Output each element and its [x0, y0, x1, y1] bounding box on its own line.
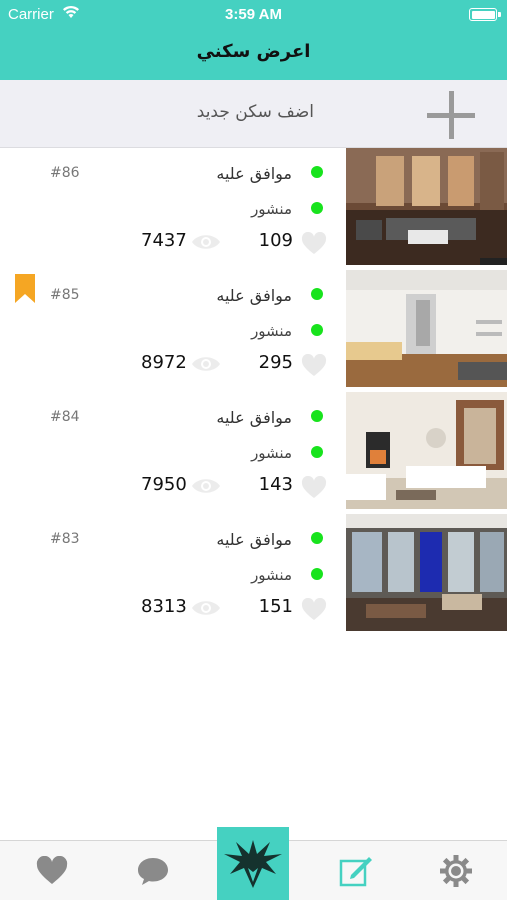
published-status-dot [311, 202, 323, 214]
heart-icon[interactable] [301, 353, 327, 382]
views-count: 7437 [141, 230, 187, 251]
likes-count: 143 [258, 474, 293, 495]
heart-icon[interactable] [301, 475, 327, 504]
likes-count: 109 [258, 230, 293, 251]
tab-favorites[interactable] [16, 841, 88, 900]
add-housing-bar[interactable]: اضف سكن جديد [0, 80, 507, 148]
status-bar: Carrier 3:59 AM [0, 0, 507, 28]
heart-icon[interactable] [301, 231, 327, 260]
approved-status-dot [311, 166, 323, 178]
listing-photo[interactable] [346, 514, 507, 631]
views-count: 8313 [141, 596, 187, 617]
publish-status: منشور [251, 322, 292, 340]
listing-row[interactable]: موافق عليه منشور 151 8313 #83 [0, 514, 507, 636]
heart-icon[interactable] [301, 597, 327, 626]
eye-icon [191, 476, 221, 500]
add-housing-label[interactable]: اضف سكن جديد [197, 102, 314, 122]
listing-row[interactable]: موافق عليه منشور 295 8972 #85 [0, 270, 507, 392]
published-status-dot [311, 568, 323, 580]
battery-icon [469, 8, 501, 21]
listing-photo[interactable] [346, 392, 507, 509]
likes-count: 151 [258, 596, 293, 617]
navigation-bar: اعرض سكني [0, 28, 507, 80]
approval-status: موافق عليه [216, 164, 292, 183]
clock: 3:59 AM [225, 6, 282, 23]
tab-home[interactable] [217, 827, 289, 900]
listing-list: موافق عليه منشور 109 7437 #86 موافق عليه… [0, 148, 507, 636]
eye-icon [191, 598, 221, 622]
approval-status: موافق عليه [216, 408, 292, 427]
published-status-dot [311, 324, 323, 336]
listing-photo[interactable] [346, 270, 507, 387]
add-plus-icon[interactable] [427, 91, 475, 139]
likes-count: 295 [258, 352, 293, 373]
views-count: 8972 [141, 352, 187, 373]
page-title: اعرض سكني [196, 41, 311, 62]
tab-bar [0, 827, 507, 900]
approved-status-dot [311, 410, 323, 422]
tab-messages[interactable] [117, 841, 189, 900]
published-status-dot [311, 446, 323, 458]
listing-number: #86 [50, 165, 80, 181]
views-count: 7950 [141, 474, 187, 495]
publish-status: منشور [251, 444, 292, 462]
listing-photo[interactable] [346, 148, 507, 265]
eye-icon [191, 354, 221, 378]
tab-my-listings[interactable] [320, 841, 392, 900]
bookmark-icon[interactable] [14, 274, 36, 308]
approved-status-dot [311, 532, 323, 544]
listing-number: #84 [50, 409, 80, 425]
approval-status: موافق عليه [216, 286, 292, 305]
listing-row[interactable]: موافق عليه منشور 143 7950 #84 [0, 392, 507, 514]
approved-status-dot [311, 288, 323, 300]
publish-status: منشور [251, 200, 292, 218]
listing-number: #85 [50, 287, 80, 303]
listing-number: #83 [50, 531, 80, 547]
listing-row[interactable]: موافق عليه منشور 109 7437 #86 [0, 148, 507, 270]
eye-icon [191, 232, 221, 256]
approval-status: موافق عليه [216, 530, 292, 549]
publish-status: منشور [251, 566, 292, 584]
tab-settings[interactable] [420, 841, 492, 900]
